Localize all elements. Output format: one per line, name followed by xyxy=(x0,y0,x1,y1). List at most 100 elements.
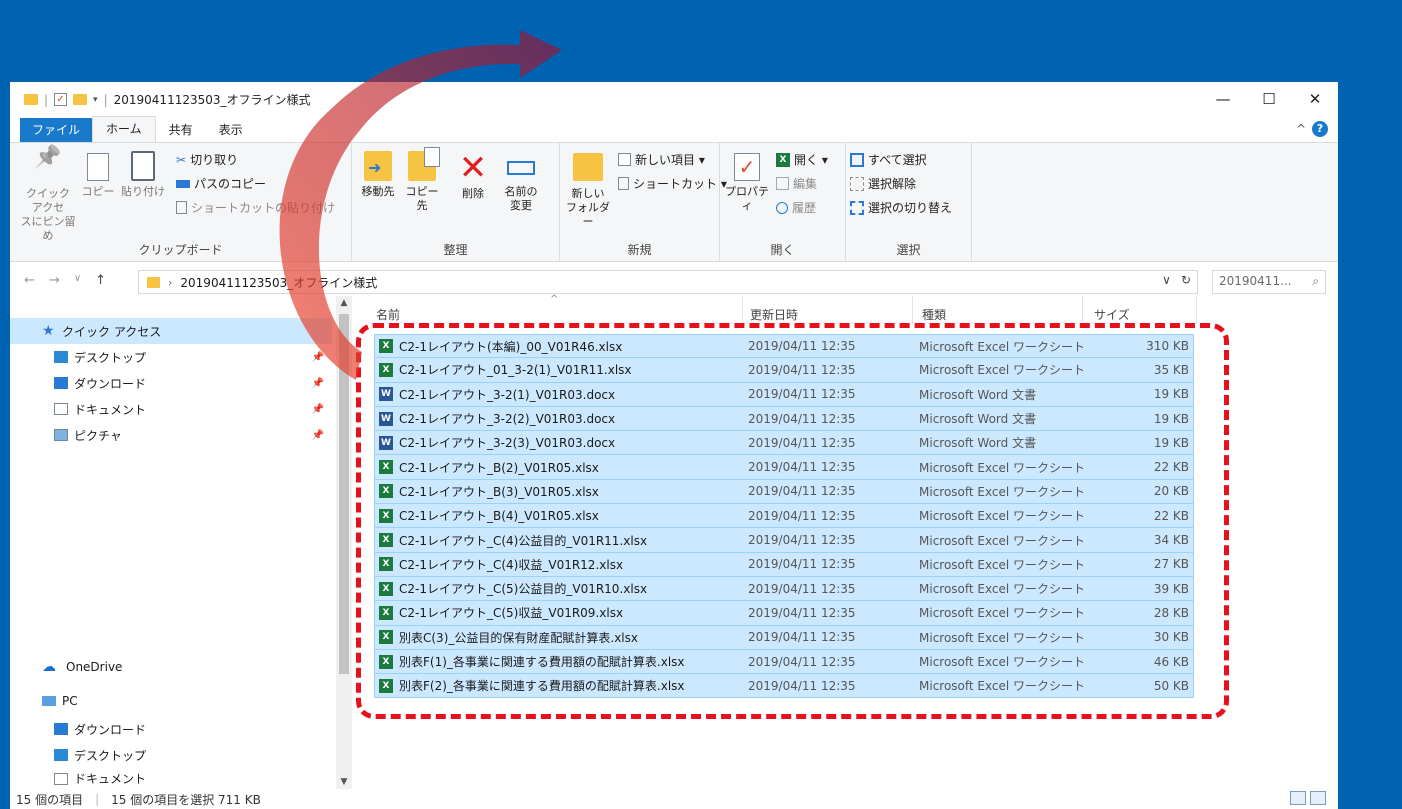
file-row[interactable]: X C2-1レイアウト_C(4)収益_V01R12.xlsx 2019/04/11 … xyxy=(374,552,1194,577)
up-icon[interactable]: ↑ xyxy=(95,273,106,288)
file-name[interactable]: 別表F(1)_各事業に関連する費用額の配賦計算表.xlsx xyxy=(399,653,685,670)
minimize-button[interactable]: — xyxy=(1200,82,1246,116)
properties-button[interactable]: ✓ プロパティ xyxy=(724,151,770,213)
file-name[interactable]: C2-1レイアウト_C(4)公益目的_V01R11.xlsx xyxy=(399,532,647,549)
tab-home[interactable]: ホーム xyxy=(92,116,156,142)
nav-quick-desktop[interactable]: デスクトップ 📌 xyxy=(10,344,332,370)
file-name[interactable]: C2-1レイアウト_C(5)収益_V01R09.xlsx xyxy=(399,604,623,621)
invert-selection-button[interactable]: 選択の切り替え xyxy=(850,199,952,216)
column-divider[interactable] xyxy=(1082,296,1083,324)
nav-quick-access[interactable]: ★ クイック アクセス xyxy=(10,318,332,344)
move-to-button[interactable]: 移動先 xyxy=(358,151,398,199)
file-name[interactable]: C2-1レイアウト_01_3-2(1)_V01R11.xlsx xyxy=(399,361,632,378)
paste-button[interactable]: 貼り付け xyxy=(120,151,166,199)
recent-dropdown-icon[interactable]: ∨ xyxy=(74,273,81,288)
file-row[interactable]: W C2-1レイアウト_3-2(1)_V01R03.docx 2019/04/11 … xyxy=(374,382,1194,407)
collapse-ribbon-icon[interactable]: ^ xyxy=(1296,122,1306,136)
copy-to-button[interactable]: コピー先 xyxy=(402,147,442,213)
history-button[interactable]: 履歴 xyxy=(776,199,816,216)
rename-button[interactable]: 名前の 変更 xyxy=(498,151,544,213)
open-button[interactable]: X 開く ▾ xyxy=(776,151,828,168)
refresh-icon[interactable]: ↻ xyxy=(1181,273,1191,287)
pin-icon[interactable]: 📌 xyxy=(312,404,324,415)
nav-pc-desktop[interactable]: デスクトップ xyxy=(10,742,332,768)
file-name[interactable]: C2-1レイアウト_3-2(1)_V01R03.docx xyxy=(399,386,615,403)
maximize-button[interactable]: ☐ xyxy=(1246,82,1292,116)
file-name[interactable]: C2-1レイアウト_C(5)公益目的_V01R10.xlsx xyxy=(399,580,647,597)
column-type[interactable]: 種類 xyxy=(922,306,946,323)
details-view-icon[interactable] xyxy=(1290,791,1306,805)
column-divider[interactable] xyxy=(912,296,913,324)
file-name[interactable]: C2-1レイアウト(本編)_00_V01R46.xlsx xyxy=(399,338,622,355)
close-button[interactable]: ✕ xyxy=(1292,82,1338,116)
file-name[interactable]: 別表C(3)_公益目的保有財産配賦計算表.xlsx xyxy=(399,629,638,646)
file-row[interactable]: W C2-1レイアウト_3-2(2)_V01R03.docx 2019/04/11 … xyxy=(374,406,1194,432)
file-row[interactable]: X 別表F(2)_各事業に関連する費用額の配賦計算表.xlsx 2019/04/11… xyxy=(374,674,1194,699)
easy-access-button[interactable]: ショートカット ▾ xyxy=(618,175,727,192)
file-name[interactable]: C2-1レイアウト_B(3)_V01R05.xlsx xyxy=(399,483,599,500)
help-icon[interactable]: ? xyxy=(1312,121,1328,137)
tab-view[interactable]: 表示 xyxy=(206,118,256,142)
nav-pc-downloads[interactable]: ダウンロード xyxy=(10,716,332,742)
edit-button[interactable]: 編集 xyxy=(776,175,817,192)
file-row[interactable]: X 別表F(1)_各事業に関連する費用額の配賦計算表.xlsx 2019/04/11… xyxy=(374,649,1194,675)
pin-icon[interactable]: 📌 xyxy=(312,352,324,363)
column-divider[interactable] xyxy=(742,296,743,324)
copy-button[interactable]: コピー xyxy=(80,151,116,199)
back-icon[interactable]: ← xyxy=(24,273,35,288)
scrollbar-thumb[interactable] xyxy=(339,314,349,674)
file-row[interactable]: X C2-1レイアウト_C(4)公益目的_V01R11.xlsx 2019/04/1… xyxy=(374,528,1194,553)
tab-share[interactable]: 共有 xyxy=(156,118,206,142)
pin-to-quick-access-button[interactable]: クイック アクセ スにピン留め xyxy=(20,151,76,243)
column-date[interactable]: 更新日時 xyxy=(750,306,798,323)
tab-file[interactable]: ファイル xyxy=(20,118,93,142)
file-name[interactable]: C2-1レイアウト_B(2)_V01R05.xlsx xyxy=(399,459,599,476)
pin-icon[interactable]: 📌 xyxy=(312,430,324,441)
file-name[interactable]: C2-1レイアウト_C(4)収益_V01R12.xlsx xyxy=(399,556,623,573)
column-size[interactable]: サイズ xyxy=(1094,306,1130,323)
large-icons-view-icon[interactable] xyxy=(1310,791,1326,805)
file-row[interactable]: X C2-1レイアウト_C(5)収益_V01R09.xlsx 2019/04/11 … xyxy=(374,601,1194,626)
scroll-up-icon[interactable]: ▲ xyxy=(336,298,352,308)
scroll-down-icon[interactable]: ▼ xyxy=(336,777,352,787)
file-row[interactable]: X C2-1レイアウト_C(5)公益目的_V01R10.xlsx 2019/04/1… xyxy=(374,576,1194,602)
file-row[interactable]: X 別表C(3)_公益目的保有財産配賦計算表.xlsx 2019/04/11 12:… xyxy=(374,625,1194,650)
nav-quick-documents[interactable]: ドキュメント 📌 xyxy=(10,396,332,422)
search-box[interactable]: 20190411... ⌕ xyxy=(1212,270,1326,294)
column-divider[interactable] xyxy=(1196,296,1197,324)
search-input[interactable]: 20190411... xyxy=(1219,274,1292,290)
nav-quick-pictures[interactable]: ピクチャ 📌 xyxy=(10,422,332,448)
address-dropdown-icon[interactable]: ∨ xyxy=(1162,273,1171,287)
paste-shortcut-button[interactable]: ショートカットの貼り付け xyxy=(176,199,335,216)
cut-button[interactable]: ✂ 切り取り xyxy=(176,151,238,168)
file-row[interactable]: X C2-1レイアウト_B(3)_V01R05.xlsx 2019/04/11 12… xyxy=(374,479,1194,505)
new-folder-button[interactable]: 新しい フォルダー xyxy=(564,151,612,229)
qat-dropdown-icon[interactable]: ▾ xyxy=(93,95,98,105)
file-row[interactable]: X C2-1レイアウト(本編)_00_V01R46.xlsx 2019/04/11 … xyxy=(374,334,1194,359)
pin-icon[interactable]: 📌 xyxy=(312,378,324,389)
breadcrumb-chevron-icon[interactable]: › xyxy=(168,276,172,289)
nav-onedrive[interactable]: ☁ OneDrive xyxy=(10,654,332,680)
new-item-button[interactable]: 新しい項目 ▾ xyxy=(618,151,705,168)
delete-button[interactable]: ✕ 削除 xyxy=(456,151,490,201)
breadcrumb-path[interactable]: 20190411123503_オフライン様式 xyxy=(180,274,377,291)
file-row[interactable]: X C2-1レイアウト_B(2)_V01R05.xlsx 2019/04/11 12… xyxy=(374,455,1194,480)
select-none-button[interactable]: 選択解除 xyxy=(850,175,916,192)
address-bar[interactable]: › 20190411123503_オフライン様式 ∨ ↻ xyxy=(138,270,1198,294)
nav-pc[interactable]: PC xyxy=(10,688,332,714)
file-name[interactable]: 別表F(2)_各事業に関連する費用額の配賦計算表.xlsx xyxy=(399,677,685,694)
file-row[interactable]: X C2-1レイアウト_01_3-2(1)_V01R11.xlsx 2019/04/… xyxy=(374,358,1194,383)
select-all-button[interactable]: すべて選択 xyxy=(850,151,927,168)
nav-pc-documents[interactable]: ドキュメント xyxy=(10,768,332,789)
file-row[interactable]: W C2-1レイアウト_3-2(3)_V01R03.docx 2019/04/11 … xyxy=(374,431,1194,456)
properties-check-icon[interactable]: ✓ xyxy=(54,93,68,106)
column-name[interactable]: 名前 xyxy=(376,306,400,323)
file-name[interactable]: C2-1レイアウト_B(4)_V01R05.xlsx xyxy=(399,507,599,524)
nav-scrollbar[interactable]: ▲ ▼ xyxy=(336,296,352,789)
file-name[interactable]: C2-1レイアウト_3-2(3)_V01R03.docx xyxy=(399,434,615,451)
forward-icon[interactable]: → xyxy=(49,273,60,288)
new-folder-icon[interactable] xyxy=(73,94,88,105)
nav-quick-downloads[interactable]: ダウンロード 📌 xyxy=(10,370,332,396)
file-row[interactable]: X C2-1レイアウト_B(4)_V01R05.xlsx 2019/04/11 12… xyxy=(374,504,1194,529)
copy-path-button[interactable]: パスのコピー xyxy=(176,175,266,192)
